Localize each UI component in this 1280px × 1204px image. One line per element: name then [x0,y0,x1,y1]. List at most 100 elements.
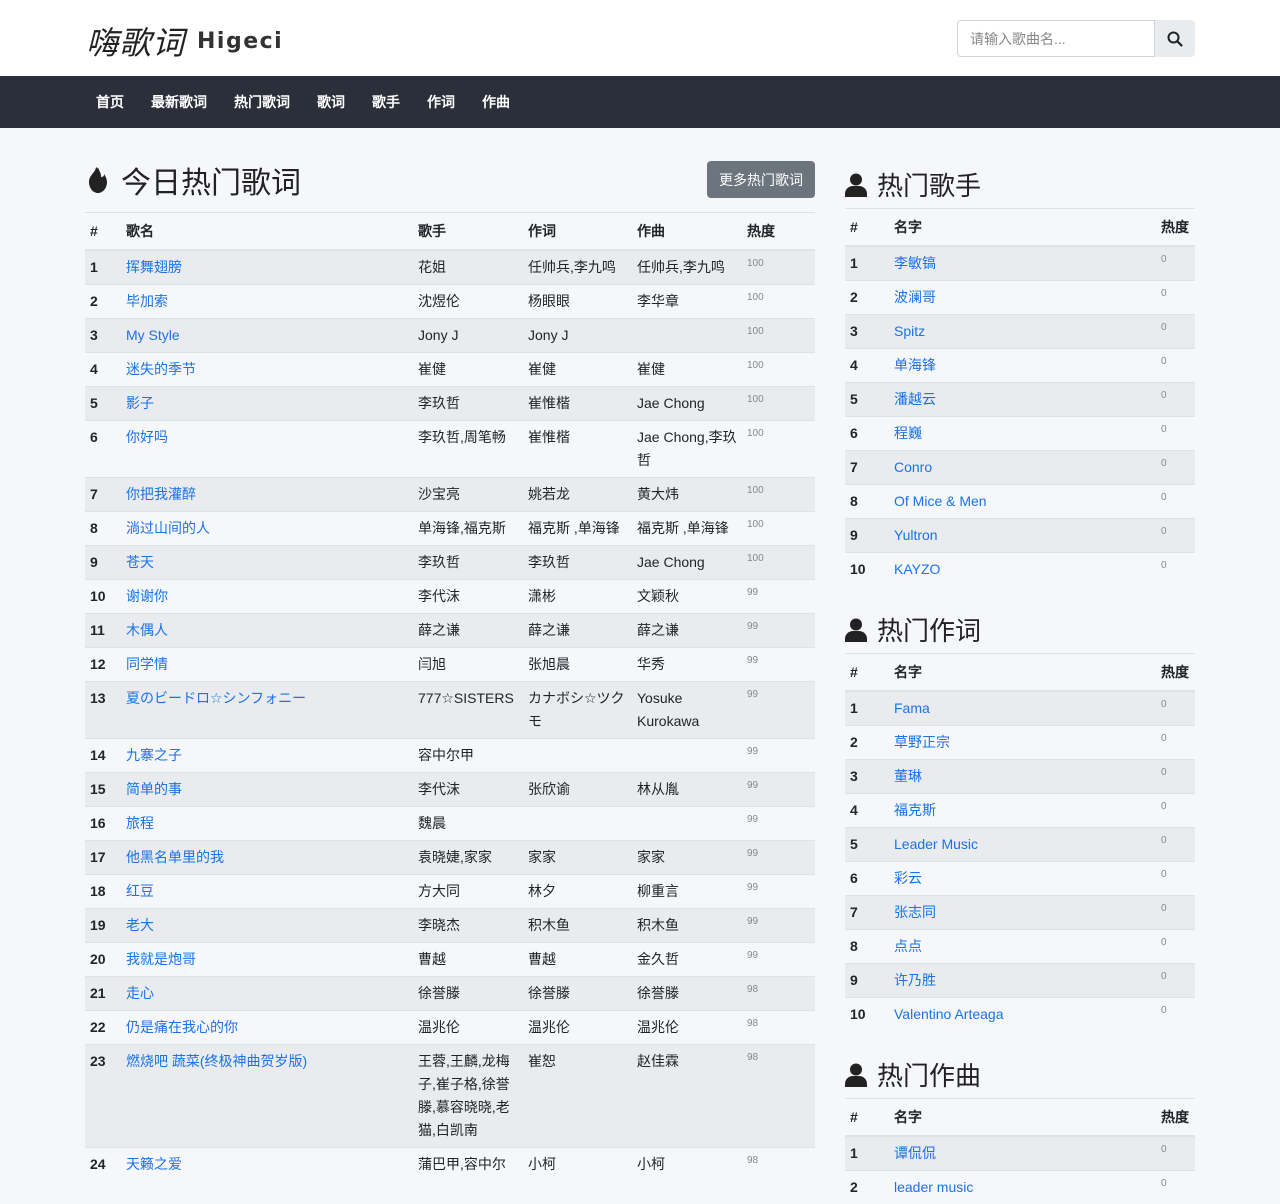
name-link[interactable]: Conro [894,459,932,475]
table-row: 8Of Mice & Men0 [845,485,1195,519]
search-button[interactable] [1155,20,1195,57]
col-rank-cell: 2 [85,285,121,319]
song-link[interactable]: 苍天 [126,554,154,570]
col-heat-cell: 100 [742,387,815,421]
name-link[interactable]: Of Mice & Men [894,493,987,509]
name-cell: 李敏镐 [889,246,1156,281]
name-link[interactable]: leader music [894,1179,973,1195]
nav-home[interactable]: 首页 [86,92,134,112]
song-link[interactable]: 旅程 [126,815,154,831]
song-link[interactable]: 木偶人 [126,622,168,638]
page-title-text: 今日热门歌词 [121,158,301,202]
song-link[interactable]: 燃烧吧 蔬菜(终极神曲贺岁版) [126,1053,307,1069]
name-link[interactable]: 点点 [894,938,922,954]
song-link[interactable]: 走心 [126,985,154,1001]
heat-cell: 0 [1156,519,1195,553]
name-link[interactable]: Yultron [894,527,938,543]
song-link[interactable]: 我就是炮哥 [126,951,196,967]
col-heat-cell: 99 [742,614,815,648]
song-link[interactable]: 淌过山间的人 [126,520,210,536]
song-cell: 旅程 [121,807,413,841]
table-row: 7你把我灌醉沙宝亮姚若龙黄大炜100 [85,478,815,512]
name-link[interactable]: 潘越云 [894,391,936,407]
song-link[interactable]: 九寨之子 [126,747,182,763]
song-link[interactable]: 天籁之爱 [126,1156,182,1172]
col-singer-cell: 闫旭 [413,648,523,682]
song-link[interactable]: 迷失的季节 [126,361,196,377]
name-cell: Valentino Arteaga [889,998,1156,1032]
nav-singers[interactable]: 歌手 [362,92,410,112]
name-cell: 董琳 [889,760,1156,794]
song-link[interactable]: My Style [126,327,180,343]
name-link[interactable]: 程巍 [894,425,922,441]
song-link[interactable]: 他黑名单里的我 [126,849,224,865]
col-lyricist-cell: 林夕 [523,875,632,909]
rank-cell: 2 [845,726,889,760]
name-link[interactable]: 李敏镐 [894,255,936,271]
col-composer-cell: 金久哲 [632,943,742,977]
more-hot-lyrics-button[interactable]: 更多热门歌词 [707,161,815,198]
nav-lyrics[interactable]: 歌词 [307,92,355,112]
name-link[interactable]: KAYZO [894,561,940,577]
name-link[interactable]: 张志同 [894,904,936,920]
song-link[interactable]: 同学情 [126,656,168,672]
song-link[interactable]: 夏のビードロ☆シンフォニー [126,690,306,706]
name-link[interactable]: 彩云 [894,870,922,886]
song-link[interactable]: 毕加索 [126,293,168,309]
nav-hot-lyrics[interactable]: 热门歌词 [224,92,300,112]
name-link[interactable]: 单海锋 [894,357,936,373]
col-singer-cell: 徐誉滕 [413,977,523,1011]
name-cell: 彩云 [889,862,1156,896]
col-heat-cell: 99 [742,773,815,807]
song-link[interactable]: 挥舞翅膀 [126,259,182,275]
name-link[interactable]: 波澜哥 [894,289,936,305]
name-link[interactable]: Leader Music [894,836,978,852]
name-link[interactable]: 草野正宗 [894,734,950,750]
site-logo[interactable]: 嗨歌词 Higeci [86,18,283,64]
table-row: 3Spitz0 [845,315,1195,349]
name-link[interactable]: Valentino Arteaga [894,1006,1004,1022]
song-link[interactable]: 红豆 [126,883,154,899]
song-cell: 淌过山间的人 [121,512,413,546]
logo-chinese: 嗨歌词 [86,18,185,64]
nav-latest-lyrics[interactable]: 最新歌词 [141,92,217,112]
col-singer-cell: 温兆伦 [413,1011,523,1045]
col-lyricist-header: 作词 [523,213,632,251]
col-heat-cell: 99 [742,909,815,943]
song-link[interactable]: 仍是痛在我心的你 [126,1019,238,1035]
song-link[interactable]: 简单的事 [126,781,182,797]
song-cell: 你好吗 [121,421,413,478]
name-link[interactable]: 董琳 [894,768,922,784]
name-link[interactable]: 谭侃侃 [894,1145,936,1161]
song-link[interactable]: 影子 [126,395,154,411]
song-cell: 木偶人 [121,614,413,648]
table-row: 7Conro0 [845,451,1195,485]
col-composer-cell: 赵佳霖 [632,1045,742,1148]
col-composer-cell [632,319,742,353]
nav-lyricists[interactable]: 作词 [417,92,465,112]
nav-composers[interactable]: 作曲 [472,92,520,112]
song-link[interactable]: 老大 [126,917,154,933]
col-singer-cell: 花姐 [413,250,523,285]
song-cell: 你把我灌醉 [121,478,413,512]
song-link[interactable]: 你好吗 [126,429,168,445]
section-title-text: 热门歌手 [877,166,981,203]
col-rank-cell: 12 [85,648,121,682]
search-input[interactable] [957,20,1155,57]
name-cell: leader music [889,1171,1156,1204]
song-cell: 天籁之爱 [121,1148,413,1182]
name-link[interactable]: 许乃胜 [894,972,936,988]
rank-cell: 1 [845,1136,889,1171]
name-link[interactable]: Spitz [894,323,925,339]
table-row: 22仍是痛在我心的你温兆伦温兆伦温兆伦98 [85,1011,815,1045]
hot-lyrics-section: 今日热门歌词 更多热门歌词 #歌名歌手作词作曲热度 1挥舞翅膀花姐任帅兵,李九鸣… [85,128,815,1181]
col-heat-cell: 100 [742,353,815,387]
name-link[interactable]: Fama [894,700,930,716]
table-row: 9许乃胜0 [845,964,1195,998]
col-lyricist-cell: 小柯 [523,1148,632,1182]
song-link[interactable]: 谢谢你 [126,588,168,604]
song-link[interactable]: 你把我灌醉 [126,486,196,502]
name-link[interactable]: 福克斯 [894,802,936,818]
rank-cell: 2 [845,1171,889,1204]
col-rank-cell: 23 [85,1045,121,1148]
